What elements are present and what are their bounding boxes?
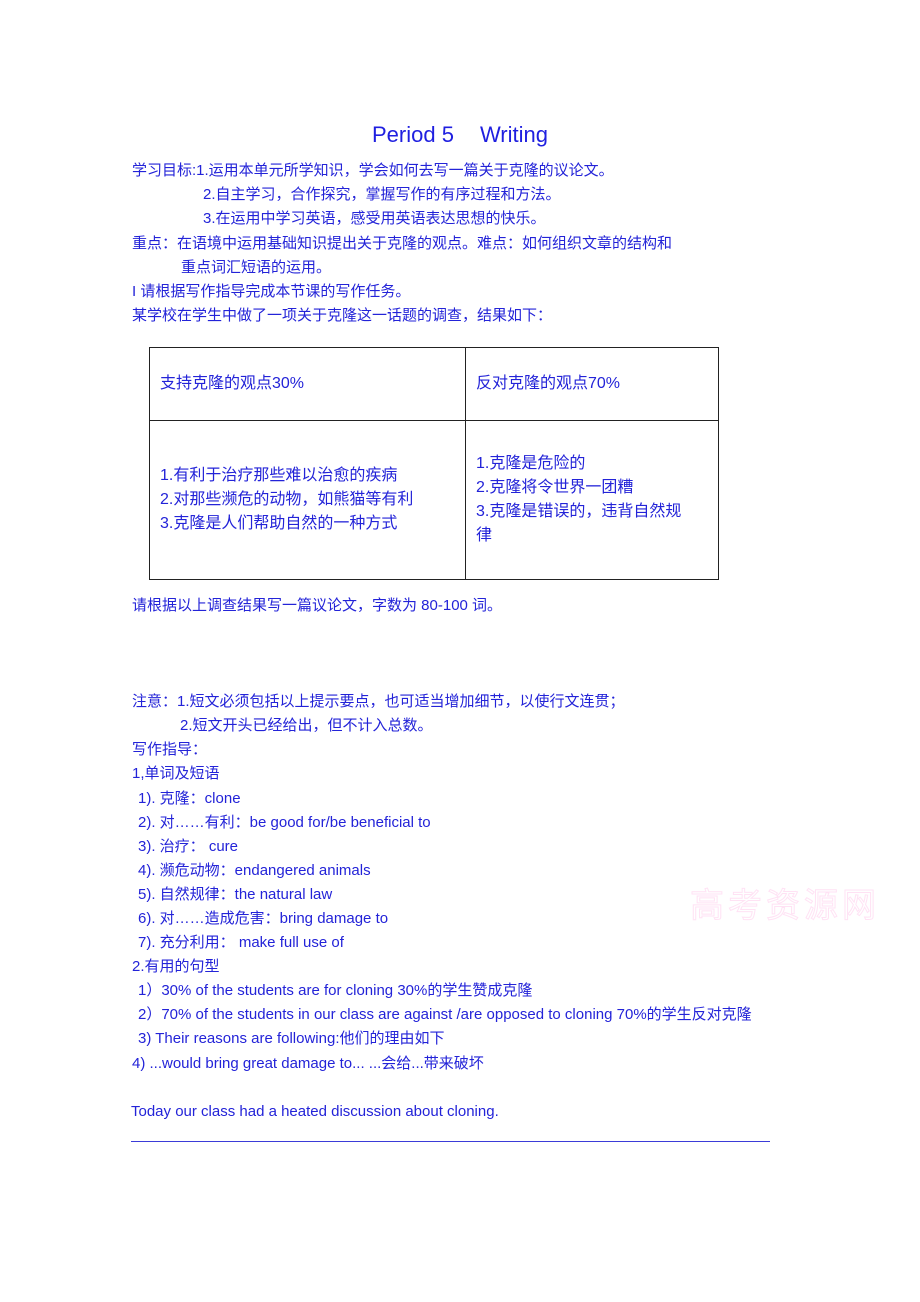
survey-body-row: 1.有利于治疗那些难以治愈的疾病 2.对那些濒危的动物，如熊猫等有利 3.克隆是… — [149, 420, 719, 580]
objective-item: 1.运用本单元所学知识，学会如何去写一篇关于克隆的议论文。 — [196, 162, 614, 179]
sentence-pattern: 3) Their reasons are following:他们的理由如下 — [138, 1030, 445, 1047]
answer-line — [131, 1141, 770, 1142]
objectives-line-1: 学习目标:1.运用本单元所学知识，学会如何去写一篇关于克隆的议论文。 — [132, 161, 614, 181]
vocab-item: 2). 对……有利：be good for/be beneficial to — [138, 814, 431, 831]
survey-table: 支持克隆的观点30% 反对克隆的观点70% 1.有利于治疗那些难以治愈的疾病 2… — [149, 347, 719, 580]
vocab-item: 5). 自然规律：the natural law — [138, 886, 333, 903]
objective-item: 3.在运用中学习英语，感受用英语表达思想的快乐。 — [203, 210, 546, 227]
opening-sentence: Today our class had a heated discussion … — [131, 1103, 499, 1120]
vocab-item: 3). 治疗： cure — [138, 838, 239, 855]
survey-intro: 某学校在学生中做了一项关于克隆这一话题的调查，结果如下： — [132, 307, 553, 324]
key-points-line-2: 重点词汇短语的运用。 — [181, 259, 332, 276]
oppose-reason: 1.克隆是危险的 — [476, 455, 586, 472]
title-writing: Writing — [479, 122, 548, 147]
title-period: Period 5 — [371, 122, 454, 147]
sentence-pattern: 2）70% of the students in our class are a… — [138, 1006, 752, 1023]
support-reason: 2.对那些濒危的动物，如熊猫等有利 — [160, 491, 414, 508]
page-title: Period 5 Writing — [0, 122, 920, 148]
oppose-reason: 2.克隆将令世界一团糟 — [476, 479, 634, 496]
sentence-pattern: 1）30% of the students are for cloning 30… — [138, 982, 533, 999]
support-reason: 3.克隆是人们帮助自然的一种方式 — [160, 515, 398, 532]
key-points-line-1: 重点：在语境中运用基础知识提出关于克隆的观点。难点：如何组织文章的结构和 — [132, 235, 673, 252]
vocab-item: 4). 濒危动物：endangered animals — [138, 862, 371, 879]
notes-line-1: 注意：1.短文必须包括以上提示要点，也可适当增加细节，以使行文连贯； — [132, 693, 625, 710]
vocab-heading: 1,单词及短语 — [132, 765, 220, 782]
sentences-heading: 2.有用的句型 — [132, 958, 220, 975]
writing-instruction: 请根据以上调查结果写一篇议论文，字数为 80-100 词。 — [132, 597, 503, 614]
document-page: Period 5 Writing 学习目标:1.运用本单元所学知识，学会如何去写一… — [0, 0, 920, 1302]
oppose-reasons: 1.克隆是危险的 2.克隆将令世界一团糟 3.克隆是错误的，违背自然规 律 — [465, 420, 719, 580]
support-reason: 1.有利于治疗那些难以治愈的疾病 — [160, 467, 398, 484]
oppose-header: 反对克隆的观点70% — [465, 347, 719, 421]
sentence-pattern: 4) ...would bring great damage to... ...… — [132, 1055, 484, 1072]
watermark: 高考资源网 — [690, 886, 880, 927]
oppose-reason: 律 — [476, 527, 493, 544]
vocab-item: 1). 克隆：clone — [138, 790, 241, 807]
notes-line-2: 2.短文开头已经给出，但不计入总数。 — [180, 717, 433, 734]
vocab-item: 6). 对……造成危害：bring damage to — [138, 910, 389, 927]
oppose-reason: 3.克隆是错误的，违背自然规 — [476, 503, 682, 520]
guide-heading: 写作指导： — [132, 741, 208, 758]
task-intro: I 请根据写作指导完成本节课的写作任务。 — [132, 283, 411, 300]
survey-header-row: 支持克隆的观点30% 反对克隆的观点70% — [149, 347, 719, 421]
support-reasons: 1.有利于治疗那些难以治愈的疾病 2.对那些濒危的动物，如熊猫等有利 3.克隆是… — [149, 420, 466, 580]
objective-item: 2.自主学习，合作探究，掌握写作的有序过程和方法。 — [203, 186, 561, 203]
vocab-item: 7). 充分利用： make full use of — [138, 934, 344, 951]
objectives-label: 学习目标: — [132, 162, 197, 179]
support-header: 支持克隆的观点30% — [149, 347, 466, 421]
